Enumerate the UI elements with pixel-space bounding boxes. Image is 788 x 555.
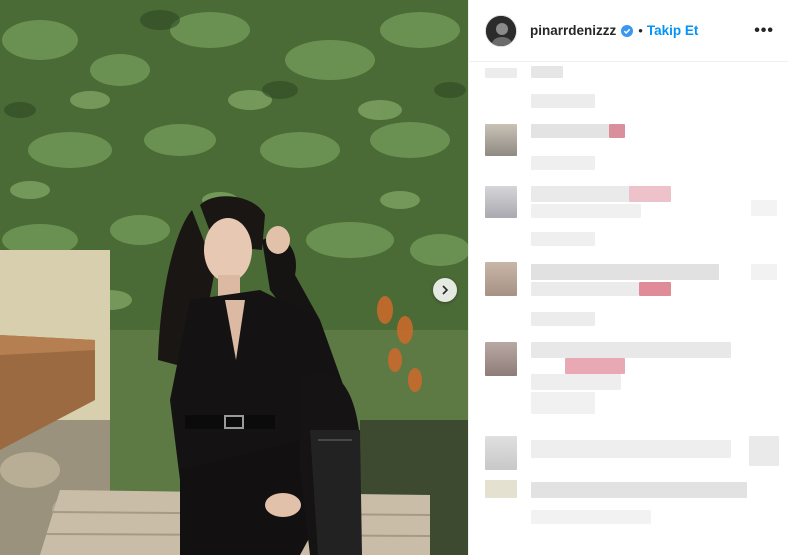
blurred-comment: [531, 510, 651, 524]
blurred-comment: [749, 436, 779, 466]
more-options-button[interactable]: •••: [754, 22, 774, 40]
blurred-comment: [531, 124, 609, 138]
username-link[interactable]: pinarrdenizzz: [530, 23, 616, 38]
blurred-comment: [565, 358, 625, 374]
avatar-image: [486, 15, 516, 46]
blurred-comment: [531, 342, 731, 358]
blurred-comment: [629, 186, 671, 202]
blurred-comment: [531, 374, 621, 390]
separator-dot: •: [638, 23, 643, 38]
verified-badge-icon: [621, 24, 634, 37]
blurred-comment: [485, 68, 517, 78]
post-image: [0, 0, 468, 555]
blurred-avatar: [485, 186, 517, 218]
post-header: pinarrdenizzz • Takip Et •••: [469, 0, 788, 62]
follow-button[interactable]: Takip Et: [647, 23, 699, 38]
blurred-comment: [531, 232, 595, 246]
blurred-comment: [485, 480, 517, 498]
carousel-next-button[interactable]: [433, 278, 457, 302]
blurred-comment: [531, 204, 641, 218]
blurred-avatar: [485, 124, 517, 156]
post-side-panel: pinarrdenizzz • Takip Et •••: [468, 0, 788, 555]
blurred-comment: [531, 440, 731, 458]
blurred-comment: [751, 264, 777, 280]
avatar[interactable]: [485, 14, 517, 47]
blurred-comment: [531, 282, 639, 296]
blurred-comment: [609, 124, 625, 138]
blurred-comment: [531, 66, 563, 78]
blurred-comment: [639, 282, 671, 296]
blurred-comment: [531, 482, 747, 498]
blurred-comment: [531, 392, 595, 414]
blurred-avatar: [485, 436, 517, 470]
blurred-avatar: [485, 342, 517, 376]
chevron-right-icon: [442, 285, 449, 295]
blurred-avatar: [485, 262, 517, 296]
post-photo[interactable]: [0, 0, 468, 555]
blurred-comment: [531, 94, 595, 108]
blurred-comment: [751, 200, 777, 216]
blurred-comment: [531, 156, 595, 170]
blurred-comment: [531, 312, 595, 326]
blurred-comment: [531, 264, 719, 280]
